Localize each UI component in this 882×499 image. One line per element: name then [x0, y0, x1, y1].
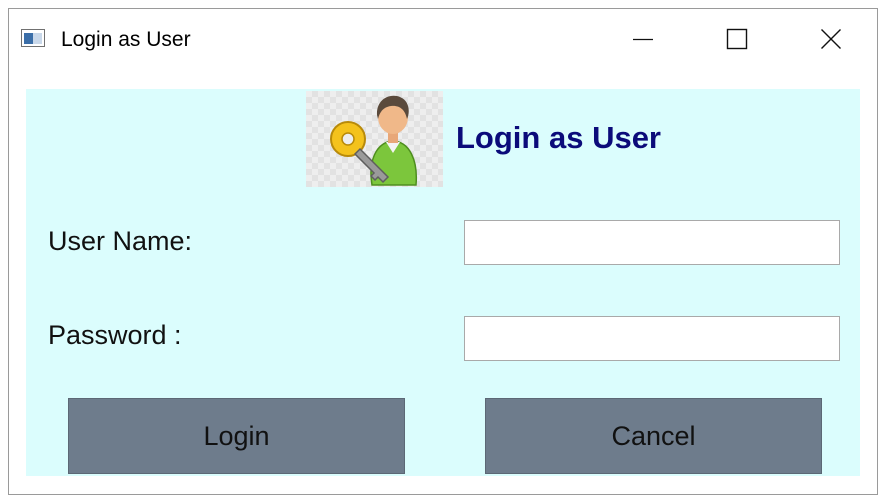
- username-input[interactable]: [464, 220, 840, 265]
- username-label: User Name:: [48, 226, 193, 256]
- minimize-button[interactable]: [620, 19, 666, 59]
- cancel-button-label: Cancel: [611, 420, 696, 451]
- window-title: Login as User: [61, 28, 191, 51]
- password-label: Password :: [48, 320, 182, 350]
- login-button-label: Login: [203, 420, 270, 451]
- minimize-icon: [633, 38, 653, 41]
- password-input[interactable]: [464, 316, 840, 361]
- maximize-button[interactable]: [714, 19, 760, 59]
- maximize-icon: [726, 28, 748, 50]
- title-bar[interactable]: Login as User: [9, 9, 877, 71]
- login-button[interactable]: Login: [68, 398, 405, 474]
- close-button[interactable]: [808, 19, 854, 59]
- window-app-icon: [21, 29, 45, 47]
- user-key-icon: [306, 91, 443, 187]
- cancel-button[interactable]: Cancel: [485, 398, 822, 474]
- form-heading: Login as User: [456, 120, 661, 155]
- close-icon: [821, 29, 841, 49]
- login-panel: Login as User User Name: Password : Logi…: [26, 89, 860, 476]
- login-window: Login as User Login as User User Name: P…: [8, 8, 878, 495]
